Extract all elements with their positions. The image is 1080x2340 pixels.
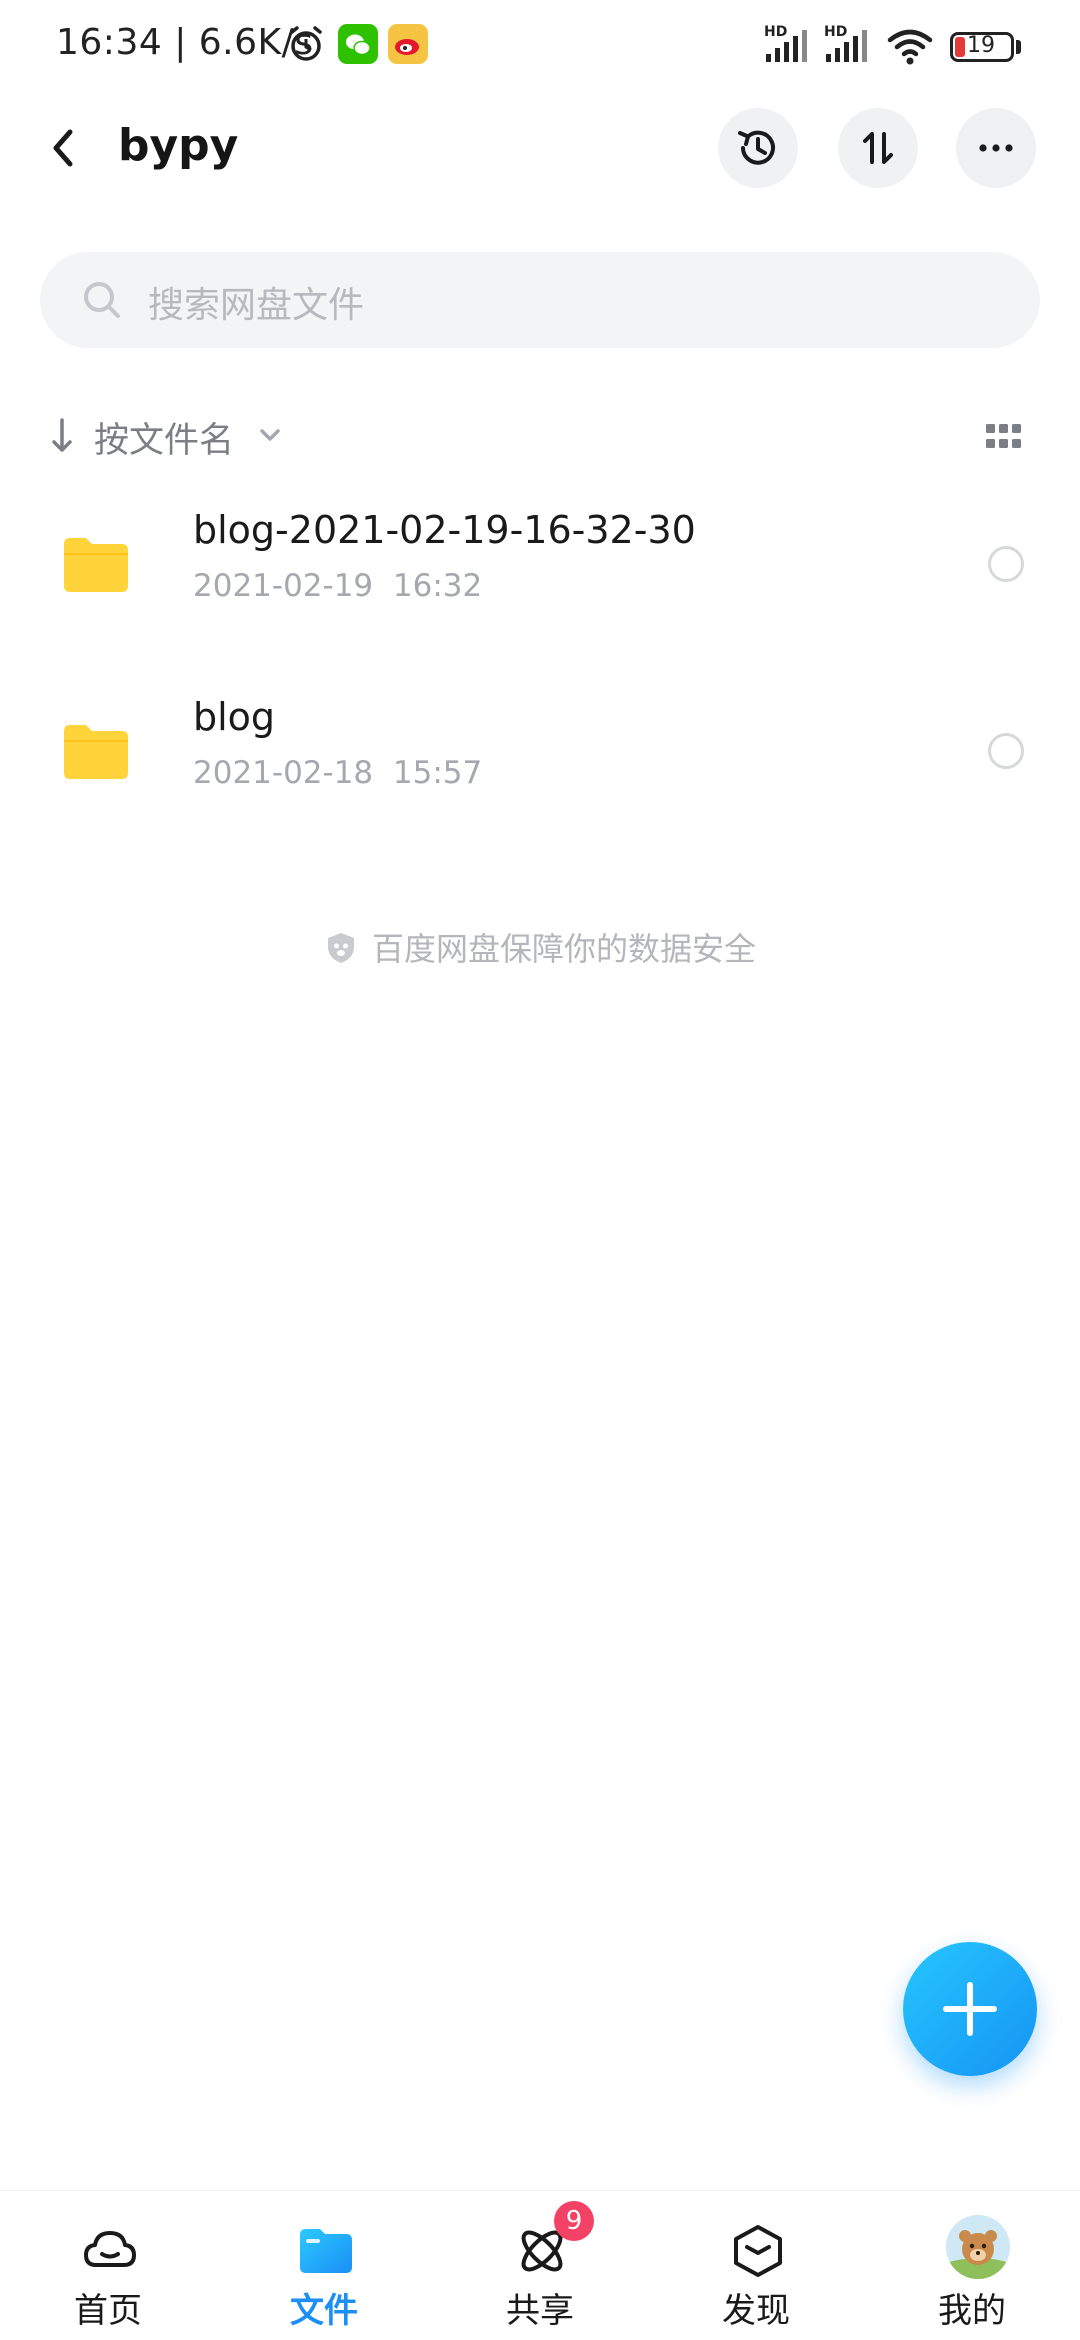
file-date-value: 2021-02-19 xyxy=(193,568,374,604)
select-checkbox[interactable] xyxy=(988,546,1024,582)
file-date: 2021-02-18 15:57 xyxy=(193,755,482,791)
file-date-value: 2021-02-18 xyxy=(193,755,374,791)
alarm-icon xyxy=(290,26,322,61)
battery-level xyxy=(955,37,965,57)
sort-label[interactable]: 按文件名 xyxy=(94,412,234,463)
page-title: bypy xyxy=(118,120,239,171)
nav-share[interactable]: 9 共享 xyxy=(432,2191,648,2340)
nav-label: 共享 xyxy=(506,2291,574,2331)
nav-profile[interactable]: 我的 xyxy=(864,2191,1080,2340)
folder-icon xyxy=(300,2229,352,2273)
more-icon xyxy=(979,144,1013,152)
wifi-icon xyxy=(887,29,933,65)
nav-home[interactable]: 首页 xyxy=(0,2191,216,2340)
nav-label: 首页 xyxy=(74,2291,142,2331)
list-item[interactable]: blog 2021-02-18 15:57 xyxy=(0,683,1080,869)
chevron-down-icon[interactable] xyxy=(258,426,282,444)
file-time-value: 15:57 xyxy=(392,755,483,791)
nav-discover[interactable]: 发现 xyxy=(648,2191,864,2340)
more-button[interactable] xyxy=(956,108,1036,188)
search-input[interactable]: 搜索网盘文件 xyxy=(40,252,1040,348)
wechat-icon xyxy=(338,24,378,64)
security-note: 百度网盘保障你的数据安全 xyxy=(0,924,1080,970)
search-placeholder: 搜索网盘文件 xyxy=(148,285,365,326)
grid-view-icon[interactable] xyxy=(986,424,1022,450)
sort-direction-icon[interactable] xyxy=(50,416,74,456)
folder-icon xyxy=(64,725,128,779)
file-date: 2021-02-19 16:32 xyxy=(193,568,482,604)
nav-files[interactable]: 文件 xyxy=(216,2191,432,2340)
nav-label: 发现 xyxy=(722,2291,790,2331)
security-note-text: 百度网盘保障你的数据安全 xyxy=(371,930,756,968)
select-checkbox[interactable] xyxy=(988,733,1024,769)
shield-icon xyxy=(327,933,354,963)
plus-icon xyxy=(943,1982,997,2036)
add-button[interactable] xyxy=(903,1942,1037,2076)
signal-icon: HD xyxy=(764,24,814,64)
weibo-icon xyxy=(388,24,428,64)
file-name: blog-2021-02-19-16-32-30 xyxy=(193,508,696,552)
battery-percent: 19 xyxy=(967,33,995,58)
battery-cap xyxy=(1016,40,1021,54)
status-time: 16:34 | 6.6K/s xyxy=(56,22,314,63)
bottom-nav: 首页 文件 9 共享 发现 我的 xyxy=(0,2190,1080,2340)
cube-icon xyxy=(734,2225,782,2277)
cloud-icon xyxy=(84,2231,136,2267)
nav-label: 我的 xyxy=(938,2291,1006,2331)
notification-badge: 9 xyxy=(554,2201,594,2241)
history-button[interactable] xyxy=(718,108,798,188)
nav-label: 文件 xyxy=(290,2291,358,2331)
signal-icon: HD xyxy=(824,24,874,64)
avatar xyxy=(946,2215,1010,2279)
search-icon xyxy=(84,282,120,318)
status-bar: 16:34 | 6.6K/s HD HD 19 xyxy=(0,0,1080,96)
transfer-icon xyxy=(863,132,893,164)
file-name: blog xyxy=(193,695,276,739)
battery-icon: 19 xyxy=(950,32,1014,62)
list-item[interactable]: blog-2021-02-19-16-32-30 2021-02-19 16:3… xyxy=(0,496,1080,682)
transfer-button[interactable] xyxy=(838,108,918,188)
back-button[interactable] xyxy=(40,118,90,178)
folder-icon xyxy=(64,538,128,592)
back-arrow-icon xyxy=(53,129,73,167)
history-icon xyxy=(738,130,775,165)
file-time-value: 16:32 xyxy=(392,568,483,604)
